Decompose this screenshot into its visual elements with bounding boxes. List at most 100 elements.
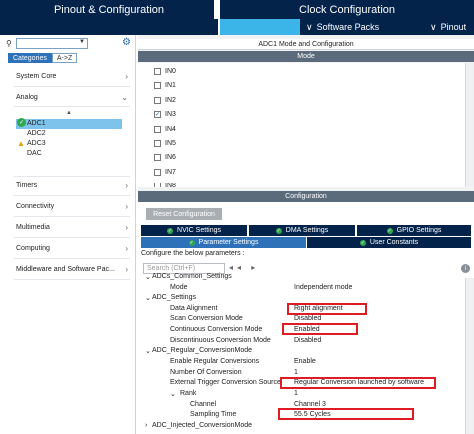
group-collapse-icon[interactable]: ⌄ [145, 273, 151, 281]
group-adcs-common-settings[interactable]: ADCs_Common_Settings [152, 273, 232, 280]
channel-label: IN6 [165, 154, 176, 162]
chevron-right-icon: › [125, 223, 128, 232]
channel-checkbox-row[interactable]: IN1 [154, 82, 176, 90]
check-circle-icon: ✓ [167, 227, 174, 234]
param-scan-value[interactable]: Disabled [294, 315, 321, 322]
param-channel-value[interactable]: Channel 3 [294, 401, 326, 408]
checkbox-unchecked[interactable] [154, 168, 161, 176]
chevron-right-icon: › [125, 72, 128, 81]
reset-configuration-button[interactable]: Reset Configuration [146, 208, 222, 220]
param-enable-regular-value[interactable]: Enable [294, 358, 316, 365]
category-timers[interactable]: Timers › [16, 181, 128, 190]
chevron-down-icon: ⌄ [121, 93, 128, 102]
chevron-down-icon: ▼ [79, 39, 85, 45]
param-mode-label: Mode [170, 284, 188, 291]
group-adc-settings[interactable]: ADC_Settings [152, 294, 196, 301]
tab-parameter-settings[interactable]: ✓ Parameter Settings [141, 237, 306, 248]
category-label: Computing [16, 245, 50, 252]
group-expand-icon[interactable]: › [145, 422, 147, 429]
category-computing[interactable]: Computing › [16, 244, 128, 253]
channel-checkbox-row[interactable]: IN8 [154, 183, 176, 188]
configuration-scrollbar[interactable] [465, 278, 474, 434]
checkbox-unchecked[interactable] [154, 68, 161, 75]
channel-checkbox-row[interactable]: IN4 [154, 125, 176, 133]
sub-toolbar-left [0, 19, 218, 35]
checkbox-unchecked[interactable] [154, 140, 161, 147]
param-scan-label: Scan Conversion Mode [170, 315, 243, 322]
category-multimedia[interactable]: Multimedia › [16, 223, 128, 232]
tab-nvic-settings[interactable]: ✓ NVIC Settings [141, 225, 247, 236]
tab-gpio-settings[interactable]: ✓ GPIO Settings [357, 225, 471, 236]
sort-icon[interactable]: ▲ [66, 110, 72, 116]
tab-categories[interactable]: Categories [8, 53, 52, 63]
chevron-right-icon: › [125, 265, 128, 274]
param-rank-label[interactable]: Rank [180, 390, 196, 397]
param-continuous-label: Continuous Conversion Mode [170, 326, 263, 333]
tab-label: DMA Settings [285, 227, 329, 234]
category-label: Connectivity [16, 203, 55, 210]
tab-dma-settings[interactable]: ✓ DMA Settings [249, 225, 355, 236]
category-label: Analog [16, 94, 38, 101]
tab-a-to-z[interactable]: A->Z [51, 53, 78, 63]
chevron-down-icon: ∨ [306, 21, 313, 32]
param-data-alignment-label: Data Alignment [170, 305, 218, 312]
list-item-dac[interactable]: DAC [27, 150, 42, 157]
channel-checkbox-row[interactable]: IN7 [154, 168, 176, 176]
configuration-header: Configuration [138, 191, 474, 202]
channel-checkbox-row[interactable]: IN2 [154, 96, 176, 104]
channel-checkbox-row[interactable]: IN0 [154, 68, 176, 75]
tab-user-constants[interactable]: ✓ User Constants [307, 237, 471, 248]
checkbox-unchecked[interactable] [154, 125, 161, 133]
highlight-data-alignment [287, 303, 367, 315]
checkbox-unchecked[interactable] [154, 183, 161, 188]
software-packs-label: Software Packs [316, 22, 380, 32]
mode-scrollbar[interactable] [465, 63, 474, 187]
group-injected-conversion-mode[interactable]: ADC_Injected_ConversionMode [152, 422, 252, 429]
chevron-down-icon: ∨ [430, 21, 437, 32]
gear-icon[interactable]: ⚙ [122, 37, 131, 48]
channel-checkbox-row[interactable]: ✓ IN3 [154, 111, 176, 119]
list-item-adc2[interactable]: ADC2 [27, 130, 46, 137]
checkbox-checked[interactable]: ✓ [154, 111, 161, 119]
group-collapse-icon[interactable]: ⌄ [145, 294, 151, 302]
category-search-select[interactable]: ▼ [16, 38, 88, 49]
param-enable-regular-label: Enable Regular Conversions [170, 358, 260, 365]
info-icon[interactable]: i [461, 264, 470, 273]
param-ext-trigger-label: External Trigger Conversion Source [170, 379, 281, 386]
group-collapse-icon[interactable]: ⌄ [170, 390, 176, 398]
tab-label: Parameter Settings [198, 239, 259, 246]
tab-label: GPIO Settings [396, 227, 442, 234]
channel-label: IN7 [165, 168, 176, 176]
search-icon[interactable]: ⚲ [6, 39, 12, 48]
channel-label: IN2 [165, 96, 176, 104]
tab-label: User Constants [369, 239, 419, 246]
param-num-conversion-value[interactable]: 1 [294, 369, 298, 376]
check-circle-icon: ✓ [359, 239, 366, 246]
param-rank-value[interactable]: 1 [294, 390, 298, 397]
category-connectivity[interactable]: Connectivity › [16, 202, 128, 211]
tab-pinout-configuration[interactable]: Pinout & Configuration [0, 0, 218, 19]
channel-checkbox-row[interactable]: IN6 [154, 154, 176, 162]
category-analog[interactable]: Analog ⌄ [16, 93, 128, 102]
category-label: Timers [16, 182, 38, 189]
param-mode-value[interactable]: Independent mode [294, 284, 352, 291]
checkbox-unchecked[interactable] [154, 82, 161, 90]
category-system-core[interactable]: System Core › [16, 72, 128, 81]
highlight-sampling-time [278, 408, 414, 420]
check-circle-icon: ✓ [17, 118, 26, 127]
checkbox-unchecked[interactable] [154, 154, 161, 162]
search-nav-icons[interactable]: ◂◂ ▸ [229, 263, 259, 272]
channel-checkbox-row[interactable]: IN5 [154, 140, 176, 147]
pinout-menu[interactable]: ∨ Pinout [426, 19, 474, 35]
list-item-adc3[interactable]: ADC3 [27, 140, 46, 147]
adc1-label[interactable]: ADC1 [27, 120, 46, 127]
highlight-continuous [282, 323, 358, 335]
checkbox-unchecked[interactable] [154, 96, 161, 104]
param-discontinuous-value[interactable]: Disabled [294, 337, 321, 344]
category-middleware[interactable]: Middleware and Software Pac... › [16, 265, 128, 274]
group-regular-conversion-mode[interactable]: ADC_Regular_ConversionMode [152, 347, 252, 354]
category-label: System Core [16, 73, 57, 80]
tab-clock-configuration[interactable]: Clock Configuration [220, 0, 474, 19]
software-packs-menu[interactable]: ∨ Software Packs [300, 19, 426, 35]
group-collapse-icon[interactable]: ⌄ [145, 347, 151, 355]
